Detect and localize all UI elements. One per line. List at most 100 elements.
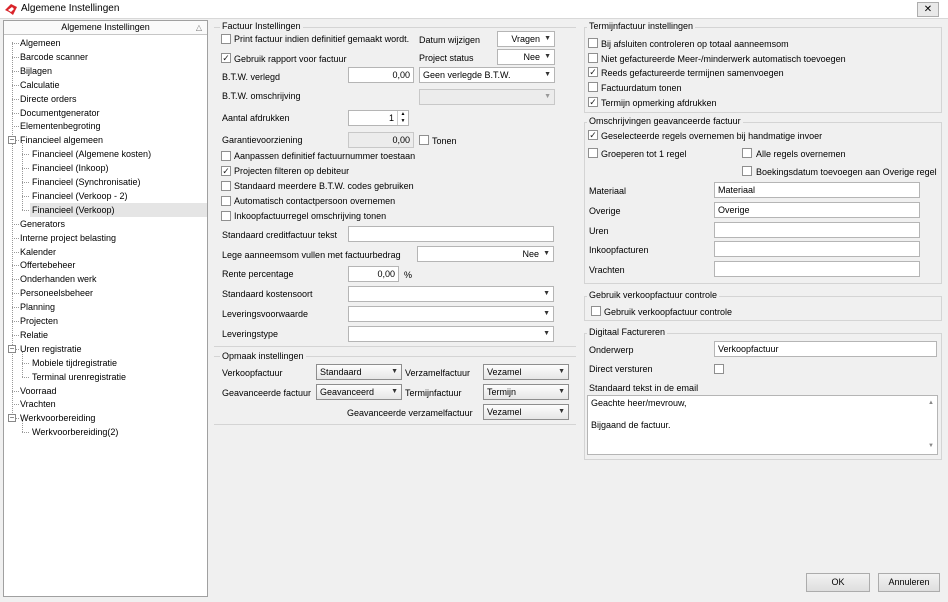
inkoopfactuurregel-omschrijving-tonen-checkbox[interactable] (221, 211, 231, 221)
tree-item-kalender[interactable]: Kalender (18, 245, 58, 259)
tree-item-calculatie[interactable]: Calculatie (18, 78, 62, 92)
geselecteerde-regels-checkbox[interactable]: ✓ (588, 130, 598, 140)
standaard-meerdere-b-t-w-codes-gebruiken-checkbox[interactable] (221, 181, 231, 191)
scroll-up-icon[interactable]: ▲ (926, 398, 936, 409)
btw-omschrijving-label: B.T.W. omschrijving (222, 91, 301, 101)
automatisch-contactpersoon-overnemen-checkbox[interactable] (221, 196, 231, 206)
uren-input[interactable] (714, 221, 920, 238)
collapse-icon[interactable]: − (8, 414, 16, 423)
vrachten-input[interactable] (714, 261, 920, 278)
title-bar: Algemene Instellingen ✕ (0, 0, 948, 19)
tree-item-barcode-scanner[interactable]: Barcode scanner (18, 50, 90, 64)
groeperen-checkbox[interactable] (588, 148, 598, 158)
digitaal-legend: Digitaal Factureren (587, 327, 668, 337)
collapse-icon[interactable]: − (8, 136, 16, 145)
termijnfactuur-select[interactable]: Termijn ▼ (483, 384, 569, 400)
scroll-down-icon[interactable]: ▼ (926, 441, 936, 452)
datum-wijzigen-select[interactable]: Vragen ▼ (497, 31, 555, 47)
tree-item-elementenbegroting[interactable]: Elementenbegroting (18, 119, 103, 133)
projecten-filteren-op-debiteur-checkbox[interactable]: ✓ (221, 166, 231, 176)
tree-item-projecten[interactable]: Projecten (18, 314, 60, 328)
tree-item-planning[interactable]: Planning (18, 300, 57, 314)
tree-item-bijlagen[interactable]: Bijlagen (18, 64, 54, 78)
direct-versturen-checkbox[interactable] (714, 364, 724, 374)
groeperen-label: Groeperen tot 1 regel (601, 149, 687, 159)
tree-item-financieel-synchronisatie[interactable]: Financieel (Synchronisatie) (30, 175, 143, 189)
aantal-afdrukken-spinner[interactable]: 1 ▲ ▼ (348, 110, 409, 126)
annuleren-button[interactable]: Annuleren (878, 573, 940, 592)
ok-button[interactable]: OK (806, 573, 870, 592)
btw-verlegd-select[interactable]: Geen verlegde B.T.W. ▼ (419, 67, 555, 83)
gebruik-rapport-checkbox[interactable]: ✓ (221, 53, 231, 63)
btw-omschrijving-select[interactable]: ▼ (419, 89, 555, 105)
tonen-checkbox[interactable] (419, 135, 429, 145)
lege-aanneemsom-select[interactable]: Nee ▼ (417, 246, 554, 262)
tree-item-mobiele-tijdregistratie[interactable]: Mobiele tijdregistratie (30, 356, 119, 370)
tree-item-vrachten[interactable]: Vrachten (18, 397, 58, 411)
verzamelfactuur-select[interactable]: Vezamel ▼ (483, 364, 569, 380)
overige-input[interactable]: Overige (714, 201, 920, 218)
email-tekst-textarea[interactable]: Geachte heer/mevrouw, Bijgaand de factuu… (587, 395, 938, 455)
niet-gefactureerde-meer-minderwerk-automatisch-toevoegen-checkbox[interactable] (588, 52, 598, 63)
creditfactuur-tekst-input[interactable] (348, 226, 554, 242)
tree-item-offertebeheer[interactable]: Offertebeheer (18, 258, 77, 272)
tree-item-personeelsbeheer[interactable]: Personeelsbeheer (18, 286, 95, 300)
tree-item-voorraad[interactable]: Voorraad (18, 384, 59, 398)
boekingsdatum-checkbox[interactable] (742, 166, 752, 176)
kostensoort-select[interactable]: ▼ (348, 286, 554, 302)
spin-down-icon[interactable]: ▼ (397, 118, 408, 125)
leveringstype-label: Leveringstype (222, 329, 279, 339)
inkoopfacturen-input[interactable] (714, 241, 920, 258)
bij-afsluiten-controleren-op-totaal-aanneemsom-checkbox[interactable] (588, 38, 598, 48)
bij-afsluiten-controleren-op-totaal-aanneemsom-label: Bij afsluiten controleren op totaal aann… (601, 39, 789, 49)
collapse-icon[interactable]: − (8, 344, 16, 353)
termijnfactuur-value: Termijn (487, 387, 517, 397)
verkoopfactuur-select[interactable]: Standaard ▼ (316, 364, 402, 380)
tree-item-documentgenerator[interactable]: Documentgenerator (18, 106, 102, 120)
leveringstype-select[interactable]: ▼ (348, 326, 554, 342)
settings-tree[interactable]: Algemene Instellingen △ Algemeen Barcode … (3, 20, 208, 597)
tree-item-financieel-verkoop-2[interactable]: Financieel (Verkoop - 2) (30, 189, 130, 203)
tree-item-directe-orders[interactable]: Directe orders (18, 92, 79, 106)
tree-item-uren-registratie[interactable]: Uren registratie (18, 342, 84, 356)
tree-item-algemeen[interactable]: Algemeen (18, 36, 63, 50)
tree-item-werkvoorbereiding-2[interactable]: Werkvoorbereiding(2) (30, 425, 120, 439)
tree-item-financieel-algemeen[interactable]: Financieel algemeen (18, 133, 105, 147)
geav-verzamelfactuur-select[interactable]: Vezamel ▼ (483, 404, 569, 420)
tree-item-financieel-algemene-kosten[interactable]: Financieel (Algemene kosten) (30, 147, 153, 161)
tree-header[interactable]: Algemene Instellingen △ (4, 21, 207, 35)
leveringsvoorwaarde-select[interactable]: ▼ (348, 306, 554, 322)
materiaal-input[interactable]: Materiaal (714, 182, 920, 198)
factuur-checks-list: Aanpassen definitief factuurnummer toest… (221, 151, 521, 226)
tree-item-generators[interactable]: Generators (18, 217, 67, 231)
tree-item-financieel-verkoop[interactable]: Financieel (Verkoop) (30, 202, 207, 217)
overige-label: Overige (589, 205, 621, 216)
btw-verlegd-input[interactable]: 0,00 (348, 67, 414, 83)
chevron-down-icon: ▼ (544, 93, 551, 100)
garantievoorziening-input[interactable]: 0,00 (348, 132, 414, 148)
geavanceerde-factuur-select[interactable]: Geavanceerd ▼ (316, 384, 402, 400)
rente-unit: % (404, 270, 413, 280)
geavanceerde-factuur-value: Geavanceerd (320, 387, 375, 397)
spin-up-icon[interactable]: ▲ (397, 111, 408, 118)
verkoop-controle-checkbox[interactable] (591, 306, 601, 316)
tree-item-interne-project-belasting[interactable]: Interne project belasting (18, 231, 118, 245)
rente-input[interactable]: 0,00 (348, 266, 399, 282)
alle-regels-checkbox[interactable] (742, 148, 752, 158)
factuurdatum-tonen-checkbox[interactable] (588, 82, 598, 93)
termijn-opmerking-afdrukken-checkbox[interactable]: ✓ (588, 96, 598, 107)
email-tekst-label: Standaard tekst in de email (589, 383, 699, 393)
tree-item-terminal-urenregistratie[interactable]: Terminal urenregistratie (30, 370, 128, 384)
tree-item-relatie[interactable]: Relatie (18, 328, 50, 342)
aanpassen-definitief-factuurnummer-toestaan-checkbox[interactable] (221, 151, 231, 161)
tree-item-werkvoorbereiding[interactable]: Werkvoorbereiding (18, 411, 97, 425)
tree-item-onderhanden-werk[interactable]: Onderhanden werk (18, 272, 99, 286)
reeds-gefactureerde-termijnen-samenvoegen-checkbox[interactable]: ✓ (588, 67, 598, 78)
close-icon[interactable]: ✕ (917, 2, 939, 17)
tree-item-financieel-inkoop[interactable]: Financieel (Inkoop) (30, 161, 111, 175)
project-status-select[interactable]: Nee ▼ (497, 49, 555, 65)
onderwerp-input[interactable]: Verkoopfactuur (714, 341, 937, 357)
factuur-fieldset-bottom (214, 346, 576, 347)
print-definitief-checkbox[interactable] (221, 34, 231, 44)
chevron-down-icon: ▼ (558, 408, 565, 415)
